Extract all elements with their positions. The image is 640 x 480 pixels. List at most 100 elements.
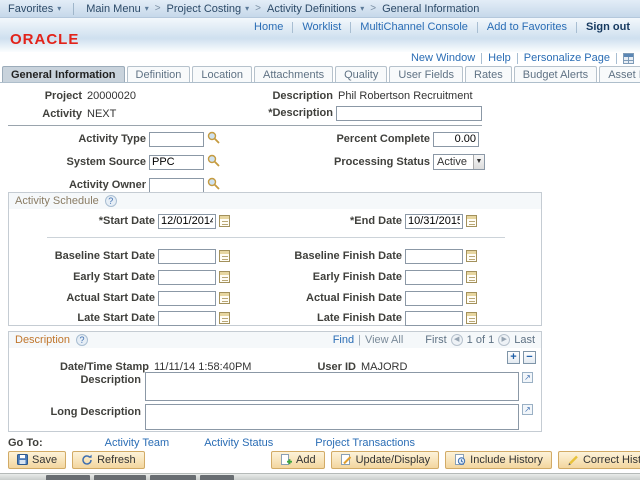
link-separator (616, 53, 617, 64)
tab-attachments[interactable]: Attachments (254, 66, 333, 82)
personalize-grid-icon[interactable] (623, 53, 634, 64)
activity-owner-input[interactable] (149, 178, 204, 193)
actual-start-date-input[interactable] (158, 291, 216, 306)
caret-down-icon: ▾ (57, 4, 61, 13)
description-group: Description ? Find | View All First ◀ 1 … (8, 331, 542, 432)
start-date-label: *Start Date (9, 215, 155, 227)
calendar-icon[interactable] (466, 312, 477, 324)
home-link[interactable]: Home (254, 21, 283, 33)
baseline-finish-date-input[interactable] (405, 249, 463, 264)
calendar-icon[interactable] (219, 312, 230, 324)
worklist-link[interactable]: Worklist (302, 21, 341, 33)
processing-status-label: Processing Status (252, 156, 430, 168)
previous-row-icon[interactable]: ◀ (451, 334, 463, 346)
tab-general-information[interactable]: General Information (2, 66, 125, 82)
calendar-icon[interactable] (466, 271, 477, 283)
activity-team-link[interactable]: Activity Team (105, 437, 170, 449)
tab-quality[interactable]: Quality (335, 66, 387, 82)
early-finish-date-input[interactable] (405, 270, 463, 285)
favorites-menu[interactable]: Favorites ▾ (8, 3, 61, 15)
os-taskbar-sliver (0, 473, 640, 480)
start-date-input[interactable] (158, 214, 216, 229)
tab-asset-integration-rules[interactable]: Asset Integration Rules (599, 66, 640, 82)
activity-value: NEXT (87, 108, 116, 120)
lookup-icon[interactable] (207, 177, 220, 193)
late-finish-date-input[interactable] (405, 311, 463, 326)
taskbar-button[interactable] (94, 475, 146, 480)
end-date-input[interactable] (405, 214, 463, 229)
actual-finish-date-label: Actual Finish Date (257, 292, 402, 304)
system-source-input[interactable] (149, 155, 204, 170)
tab-definition[interactable]: Definition (127, 66, 191, 82)
multichannel-console-link[interactable]: MultiChannel Console (360, 21, 468, 33)
tab-user-fields[interactable]: User Fields (389, 66, 463, 82)
baseline-start-date-input[interactable] (158, 249, 216, 264)
description-textarea-label: Description (9, 374, 141, 386)
activity-type-input[interactable] (149, 132, 204, 147)
calendar-icon[interactable] (466, 292, 477, 304)
actual-finish-date-input[interactable] (405, 291, 463, 306)
refresh-icon (81, 454, 93, 466)
add-row-icon[interactable]: + (507, 351, 520, 364)
help-icon[interactable]: ? (76, 334, 88, 346)
breadcrumb-bar: Favorites ▾ Main Menu ▾ > Project Costin… (0, 0, 640, 18)
new-window-link[interactable]: New Window (411, 52, 475, 64)
description-textarea[interactable] (145, 372, 519, 401)
refresh-label: Refresh (97, 454, 136, 466)
view-all-link[interactable]: View All (365, 334, 403, 346)
last-label: Last (514, 334, 535, 346)
calendar-icon[interactable] (219, 215, 230, 227)
description-header: Description ? Find | View All First ◀ 1 … (9, 332, 541, 348)
breadcrumb-label: Activity Definitions (267, 3, 356, 15)
page-action-links: New Window Help Personalize Page (411, 52, 634, 64)
taskbar-button[interactable] (150, 475, 196, 480)
datetime-stamp-label: Date/Time Stamp (9, 361, 149, 373)
refresh-button[interactable]: Refresh (72, 451, 145, 469)
breadcrumb-activity-definitions[interactable]: Activity Definitions ▾ (267, 3, 364, 15)
main-menu[interactable]: Main Menu ▾ (86, 3, 148, 15)
personalize-page-link[interactable]: Personalize Page (524, 52, 610, 64)
sign-out-link[interactable]: Sign out (586, 21, 630, 33)
breadcrumb-project-costing[interactable]: Project Costing ▾ (167, 3, 250, 15)
system-source-field: System Source (0, 154, 220, 170)
percent-complete-input[interactable] (433, 132, 479, 147)
late-start-date-input[interactable] (158, 311, 216, 326)
save-button[interactable]: Save (8, 451, 66, 469)
calendar-icon[interactable] (219, 292, 230, 304)
taskbar-button[interactable] (46, 475, 90, 480)
tab-budget-alerts[interactable]: Budget Alerts (514, 66, 597, 82)
lookup-icon[interactable] (207, 154, 220, 170)
add-button[interactable]: Add (271, 451, 325, 469)
project-label: Project (24, 90, 82, 102)
calendar-icon[interactable] (466, 250, 477, 262)
next-row-icon[interactable]: ▶ (498, 334, 510, 346)
update-display-button[interactable]: Update/Display (331, 451, 440, 469)
include-history-button[interactable]: Include History (445, 451, 552, 469)
calendar-icon[interactable] (466, 215, 477, 227)
description-label: Description (250, 90, 333, 102)
correct-history-button[interactable]: Correct History (558, 451, 640, 469)
add-to-favorites-link[interactable]: Add to Favorites (487, 21, 567, 33)
req-description-input[interactable] (336, 106, 482, 121)
expand-icon[interactable]: ↗ (522, 372, 533, 383)
calendar-icon[interactable] (219, 250, 230, 262)
delete-row-icon[interactable]: − (523, 351, 536, 364)
calendar-icon[interactable] (219, 271, 230, 283)
long-description-textarea[interactable] (145, 404, 519, 430)
save-icon (17, 454, 28, 465)
lookup-icon[interactable] (207, 131, 220, 147)
baseline-finish-date-label: Baseline Finish Date (257, 250, 402, 262)
breadcrumb-general-information[interactable]: General Information (382, 3, 479, 15)
late-start-date-label: Late Start Date (9, 312, 155, 324)
project-transactions-link[interactable]: Project Transactions (315, 437, 415, 449)
tab-rates[interactable]: Rates (465, 66, 512, 82)
tab-location[interactable]: Location (192, 66, 252, 82)
help-link[interactable]: Help (488, 52, 511, 64)
processing-status-select[interactable]: Active ▼ (433, 154, 485, 170)
taskbar-button[interactable] (200, 475, 234, 480)
activity-status-link[interactable]: Activity Status (204, 437, 273, 449)
find-link[interactable]: Find (333, 334, 354, 346)
expand-icon[interactable]: ↗ (522, 404, 533, 415)
help-icon[interactable]: ? (105, 195, 117, 207)
early-start-date-input[interactable] (158, 270, 216, 285)
